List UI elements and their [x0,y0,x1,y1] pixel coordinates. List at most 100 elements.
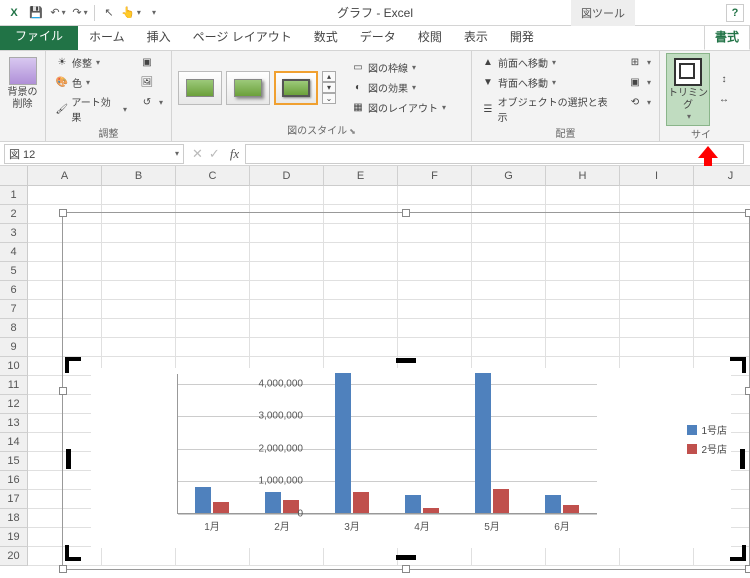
crop-handle-tr[interactable] [730,357,746,373]
resize-handle-mr[interactable] [745,387,750,395]
column-header[interactable]: F [398,166,472,186]
bring-forward-button[interactable]: ▲前面へ移動▾ [478,53,617,71]
picture-layout-button[interactable]: ▦図のレイアウト▾ [348,99,448,117]
group-button[interactable]: ▣▾ [625,73,653,91]
rotate-button[interactable]: ⟲▾ [625,93,653,111]
picture-border-button[interactable]: ▭図の枠線▾ [348,59,448,77]
redo-icon[interactable]: ↷▾ [70,3,90,23]
tab-formulas[interactable]: 数式 [303,23,349,50]
row-header[interactable]: 15 [0,452,28,471]
remove-background-button[interactable]: 背景の 削除 [6,53,39,115]
cell-area[interactable]: 1号店 2号店 01,000,0002,000,0003,000,0004,00… [28,186,750,566]
compress-button[interactable]: ▣ [137,53,165,71]
resize-handle-br[interactable] [745,565,750,573]
bar-series1 [545,495,561,513]
column-header[interactable]: H [546,166,620,186]
color-button[interactable]: 🎨色▾ [52,73,129,91]
row-header[interactable]: 6 [0,281,28,300]
row-header[interactable]: 18 [0,509,28,528]
crop-handle-ml[interactable] [66,449,71,469]
resize-handle-ml[interactable] [59,387,67,395]
column-header[interactable]: E [324,166,398,186]
column-header[interactable]: D [250,166,324,186]
reset-picture-button[interactable]: ↺▾ [137,93,165,111]
fx-icon[interactable]: fx [230,146,239,162]
qat-customize-icon[interactable]: ▾ [143,3,163,23]
undo-icon[interactable]: ↶▾ [48,3,68,23]
align-button[interactable]: ⊞▾ [625,53,653,71]
resize-handle-bm[interactable] [402,565,410,573]
picture-object[interactable]: 1号店 2号店 01,000,0002,000,0003,000,0004,00… [62,212,750,570]
resize-handle-bl[interactable] [59,565,67,573]
bring-forward-label: 前面へ移動 [498,55,548,70]
crop-handle-bl[interactable] [65,545,81,561]
resize-handle-tl[interactable] [59,209,67,217]
tab-home[interactable]: ホーム [78,23,136,50]
column-header[interactable]: A [28,166,102,186]
style-item-2[interactable] [226,71,270,105]
width-input[interactable]: ↔ [714,91,734,109]
tab-data[interactable]: データ [349,23,407,50]
crop-handle-br[interactable] [730,545,746,561]
gallery-down-icon[interactable]: ▾ [322,82,336,93]
backward-icon: ▼ [480,74,496,90]
row-header[interactable]: 9 [0,338,28,357]
column-header[interactable]: G [472,166,546,186]
name-box[interactable]: 図 12 ▾ [4,144,184,164]
width-icon: ↔ [716,92,732,108]
crop-handle-mr[interactable] [740,449,745,469]
corrections-button[interactable]: ☀修整▾ [52,53,129,71]
row-header[interactable]: 5 [0,262,28,281]
resize-handle-tm[interactable] [402,209,410,217]
row-header[interactable]: 14 [0,433,28,452]
select-all-corner[interactable] [0,166,28,186]
send-backward-button[interactable]: ▼背面へ移動▾ [478,73,617,91]
row-header[interactable]: 16 [0,471,28,490]
style-item-3[interactable] [274,71,318,105]
row-header[interactable]: 11 [0,376,28,395]
resize-handle-tr[interactable] [745,209,750,217]
height-input[interactable]: ↕ [714,71,734,89]
tab-format[interactable]: 書式 [704,23,750,50]
enter-icon[interactable]: ✓ [209,146,220,162]
row-header[interactable]: 20 [0,547,28,566]
touch-mode-icon[interactable]: 👆▾ [121,3,141,23]
tab-developer[interactable]: 開発 [499,23,545,50]
cancel-icon[interactable]: ✕ [192,146,203,162]
row-header[interactable]: 4 [0,243,28,262]
name-box-dropdown-icon[interactable]: ▾ [175,149,179,158]
row-header[interactable]: 2 [0,205,28,224]
crop-button[interactable]: トリミング ▾ [666,53,710,126]
gallery-more-icon[interactable]: ⌄ [322,93,336,104]
row-header[interactable]: 1 [0,186,28,205]
formula-input[interactable] [245,144,744,164]
column-header[interactable]: J [694,166,750,186]
crop-handle-tm[interactable] [396,358,416,363]
tab-pagelayout[interactable]: ページ レイアウト [182,23,303,50]
change-picture-button[interactable]: 🖼 [137,73,165,91]
column-header[interactable]: B [102,166,176,186]
gallery-up-icon[interactable]: ▴ [322,71,336,82]
artistic-button[interactable]: 🖌アート効果▾ [52,93,129,125]
pointer-icon[interactable]: ↖ [99,3,119,23]
selection-pane-button[interactable]: ☰オブジェクトの選択と表示 [478,93,617,125]
save-icon[interactable]: 💾 [26,3,46,23]
picture-effects-button[interactable]: ◐図の効果▾ [348,79,448,97]
help-icon[interactable]: ? [726,4,744,22]
row-header[interactable]: 3 [0,224,28,243]
crop-handle-tl[interactable] [65,357,81,373]
tab-review[interactable]: 校閲 [407,23,453,50]
row-header[interactable]: 8 [0,319,28,338]
column-header[interactable]: C [176,166,250,186]
crop-handle-bm[interactable] [396,555,416,560]
column-header[interactable]: I [620,166,694,186]
row-header[interactable]: 10 [0,357,28,376]
row-header[interactable]: 19 [0,528,28,547]
style-item-1[interactable] [178,71,222,105]
row-header[interactable]: 7 [0,300,28,319]
tab-view[interactable]: 表示 [453,23,499,50]
tab-insert[interactable]: 挿入 [136,23,182,50]
row-header[interactable]: 12 [0,395,28,414]
row-header[interactable]: 17 [0,490,28,509]
row-header[interactable]: 13 [0,414,28,433]
